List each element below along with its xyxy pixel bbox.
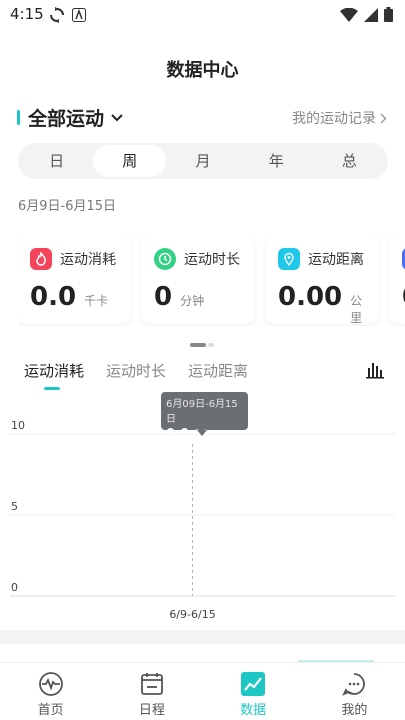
flame-icon: [30, 248, 52, 270]
x-tick-label: 6/9-6/15: [169, 608, 215, 621]
nav-item-home[interactable]: 首页: [0, 663, 101, 720]
nav-item-data[interactable]: 数据: [203, 663, 304, 720]
chart-tab-duration[interactable]: 运动时长: [106, 360, 166, 390]
pager-dot: [208, 343, 214, 347]
tab-week[interactable]: 周: [93, 145, 167, 177]
bottom-nav: 首页 日程 数据 我的: [0, 662, 405, 720]
nav-label: 数据: [240, 703, 267, 718]
tooltip-arrow: [197, 430, 207, 436]
status-bar: 4:15: [0, 0, 405, 30]
activity-icon: [38, 672, 63, 696]
my-records-link[interactable]: 我的运动记录: [292, 108, 387, 128]
chart-icon: [241, 672, 266, 696]
sport-type-label: 全部运动: [28, 108, 105, 130]
y-tick-label: 5: [11, 500, 18, 513]
chart-tab-calories[interactable]: 运动消耗: [24, 360, 84, 390]
metric-cards: 运动消耗 0.0 千卡 运动时长 0 分钟 运动距离 0.00 公里: [18, 236, 405, 326]
metric-card-duration[interactable]: 运动时长 0 分钟: [142, 236, 254, 324]
metric-card-partial[interactable]: 0: [390, 236, 405, 324]
tab-total[interactable]: 总: [313, 145, 386, 177]
wifi-icon: [340, 7, 358, 22]
location-pin-icon: [278, 248, 300, 270]
metric-value: 0: [154, 282, 173, 312]
period-tabs: 日 周 月 年 总: [18, 143, 388, 179]
nav-item-mine[interactable]: 我的: [304, 663, 405, 720]
y-tick-label: 10: [11, 419, 25, 432]
nav-item-schedule[interactable]: 日程: [101, 663, 202, 720]
chevron-down-icon: [111, 113, 123, 121]
chat-bubble-icon: [342, 673, 366, 696]
filter-row: 全部运动 我的运动记录: [0, 104, 405, 130]
tab-month[interactable]: 月: [166, 145, 239, 177]
nav-label: 首页: [37, 703, 64, 718]
page-title: 数据中心: [166, 60, 239, 81]
metric-unit: 分钟: [180, 294, 205, 308]
app-notification-icon: [72, 8, 86, 22]
chart-tabs: 运动消耗 运动时长 运动距离: [24, 360, 248, 392]
metric-unit: 千卡: [84, 294, 109, 308]
tooltip-range: 6月09日-6月15日: [166, 399, 238, 425]
metric-value: 0.0: [30, 282, 77, 312]
chevron-right-icon: [380, 113, 387, 123]
sync-icon: [50, 7, 64, 23]
metric-label: 运动时长: [184, 252, 240, 268]
tab-day[interactable]: 日: [20, 145, 93, 177]
tooltip-value: 0.0: [166, 427, 190, 442]
metric-value: 0.00: [278, 282, 343, 312]
y-tick-label: 0: [11, 581, 18, 594]
card-pager: [190, 343, 214, 347]
bar-chart-icon[interactable]: [365, 360, 385, 380]
clock-icon: [154, 248, 176, 270]
calendar-icon: [140, 673, 163, 695]
nav-label: 我的: [341, 703, 368, 718]
tab-year[interactable]: 年: [240, 145, 313, 177]
metric-label: 运动距离: [308, 252, 364, 268]
accent-bar: [17, 110, 20, 125]
status-icons-right: [340, 7, 393, 22]
metric-unit: 公里: [350, 294, 363, 325]
section-divider: [0, 630, 405, 644]
chart-tooltip: 6月09日-6月15日 0.0 千卡: [161, 392, 248, 442]
date-range: 6月9日-6月15日: [18, 199, 117, 214]
status-icons-left: [50, 7, 86, 23]
battery-icon: [384, 7, 393, 22]
metric-card-distance[interactable]: 运动距离 0.00 公里: [266, 236, 378, 325]
chart-tab-distance[interactable]: 运动距离: [188, 360, 248, 390]
nav-label: 日程: [138, 703, 165, 718]
metric-card-calories[interactable]: 运动消耗 0.0 千卡: [18, 236, 130, 324]
signal-icon: [364, 7, 378, 22]
status-time: 4:15: [10, 5, 44, 23]
pager-dot-active: [190, 343, 206, 347]
metric-label: 运动消耗: [60, 252, 116, 268]
sport-type-dropdown[interactable]: 全部运动: [28, 104, 124, 131]
my-records-label: 我的运动记录: [292, 111, 376, 127]
